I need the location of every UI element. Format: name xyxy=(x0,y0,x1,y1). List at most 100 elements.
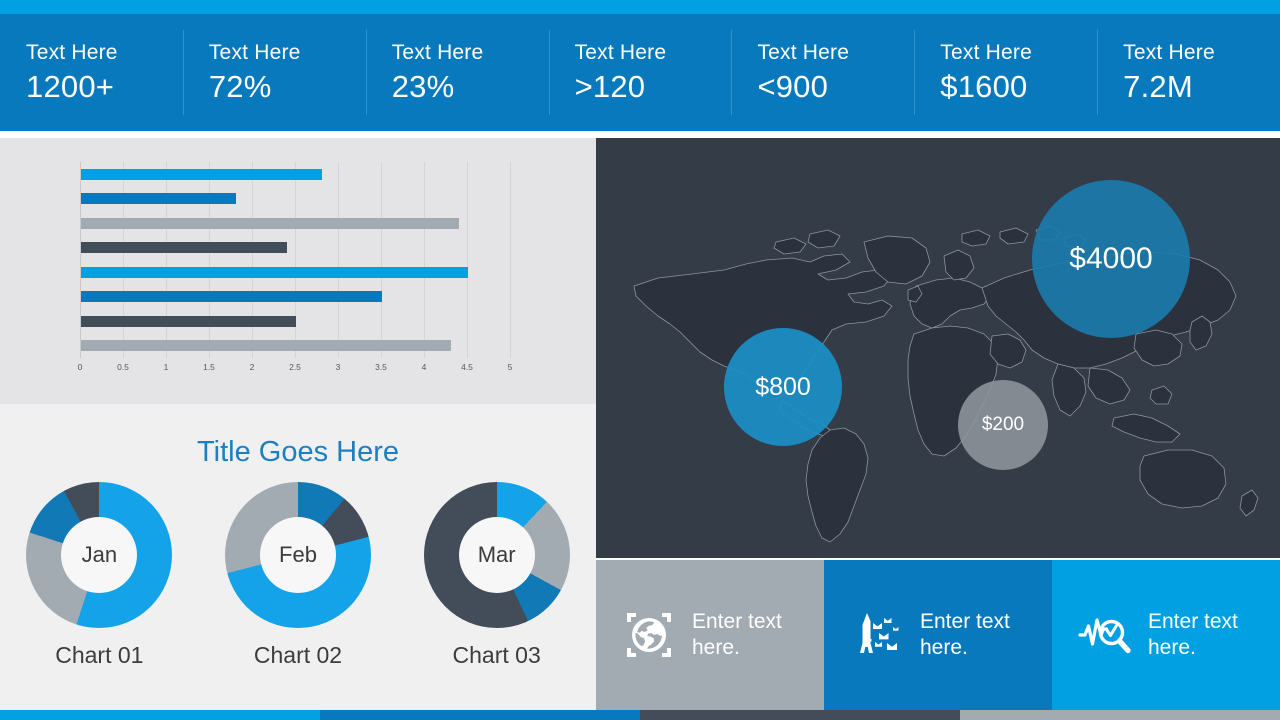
world-map-outline xyxy=(633,225,1259,543)
bar-xtick-label: 0 xyxy=(77,362,83,372)
bar-rect xyxy=(81,291,382,303)
donut-chart-3[interactable]: Mar Chart 03 xyxy=(409,482,584,669)
bar-axis-line xyxy=(80,162,81,358)
dashboard-slide: Text Here 1200+ Text Here 72% Text Here 23% Te… xyxy=(0,0,1280,720)
donut-group: Jan Chart 01 Feb Chart 02 Mar Chart 03 xyxy=(0,482,596,669)
icon-panel-globe-text: Enter text here. xyxy=(692,610,782,659)
bar-row[interactable] xyxy=(81,315,296,327)
bottom-accent-segment-4 xyxy=(960,710,1280,720)
donut-center-label: Jan xyxy=(61,517,138,593)
kpi-cell-6[interactable]: Text Here $1600 xyxy=(914,14,1097,131)
bar-gridline xyxy=(510,162,511,358)
bar-xtick-label: 4 xyxy=(421,362,427,372)
bar-gridline xyxy=(209,162,210,358)
bar-rect xyxy=(81,168,322,180)
bottom-accent-segment-3 xyxy=(640,710,960,720)
bar-xtick-label: 0.5 xyxy=(117,362,129,372)
bar-gridline xyxy=(424,162,425,358)
bar-xtick-label: 1 xyxy=(163,362,169,372)
bar-gridline xyxy=(338,162,339,358)
bar-gridline xyxy=(467,162,468,358)
bar-rect xyxy=(81,242,288,254)
icon-panel-broadcast[interactable]: Enter text here. xyxy=(824,560,1052,710)
kpi-value-6: $1600 xyxy=(940,68,1028,104)
bar-row[interactable] xyxy=(81,217,460,229)
kpi-label-4: Text Here xyxy=(574,40,667,64)
donut-ring: Mar xyxy=(423,482,570,628)
bar-xtick-label: 2 xyxy=(249,362,255,372)
bar-xtick-label: 1.5 xyxy=(203,362,215,372)
bar-gridline xyxy=(166,162,167,358)
bottom-accent-segment-1 xyxy=(0,710,320,720)
map-bubble-800-label: $800 xyxy=(755,372,811,401)
donut-center-label: Feb xyxy=(259,517,336,593)
map-bubble-800[interactable]: $800 xyxy=(724,328,842,446)
donut-caption: Chart 02 xyxy=(253,642,343,668)
bottom-accent-segment-2 xyxy=(320,710,640,720)
bar-gridline xyxy=(123,162,124,358)
bar-gridline xyxy=(295,162,296,358)
map-bubble-200-label: $200 xyxy=(981,414,1025,435)
kpi-label-3: Text Here xyxy=(391,40,484,64)
kpi-label-2: Text Here xyxy=(208,40,301,64)
bar-rect xyxy=(81,266,468,278)
kpi-label-1: Text Here xyxy=(26,40,118,64)
donut-caption: Chart 03 xyxy=(452,642,541,668)
icon-panel-pulse-search[interactable]: Enter text here. xyxy=(1052,560,1280,710)
bar-xtick-label: 3 xyxy=(335,362,341,372)
broadcast-tower-mail-icon xyxy=(848,606,906,664)
bar-rect xyxy=(81,217,460,229)
donut-section-title: Title Goes Here xyxy=(197,436,399,468)
icon-panel-row: Enter text here. Enter text here. Enter … xyxy=(596,560,1280,710)
bar-row[interactable] xyxy=(81,291,382,303)
kpi-value-5: <900 xyxy=(757,68,829,104)
kpi-value-3: 23% xyxy=(391,68,455,104)
donut-caption: Chart 01 xyxy=(55,642,144,668)
bar-row[interactable] xyxy=(81,242,288,254)
kpi-cell-1[interactable]: Text Here 1200+ xyxy=(0,14,183,131)
donut-center-label: Mar xyxy=(458,517,535,593)
bar-row[interactable] xyxy=(81,193,236,205)
icon-panel-broadcast-text: Enter text here. xyxy=(920,610,1010,659)
top-accent-strip xyxy=(0,0,1280,14)
map-bubble-200[interactable]: $200 xyxy=(958,380,1048,470)
kpi-value-4: >120 xyxy=(574,68,646,104)
bar-rect xyxy=(81,315,296,327)
bar-row[interactable] xyxy=(81,168,322,180)
bottom-accent-bar xyxy=(0,710,1280,720)
donut-chart-1[interactable]: Jan Chart 01 xyxy=(12,482,187,669)
kpi-cell-5[interactable]: Text Here <900 xyxy=(731,14,914,131)
kpi-cell-4[interactable]: Text Here >120 xyxy=(548,14,732,131)
bar-rect xyxy=(81,193,236,205)
kpi-cell-2[interactable]: Text Here 72% xyxy=(182,14,366,131)
map-bubble-4000[interactable]: $4000 xyxy=(1032,180,1190,338)
kpi-label-6: Text Here xyxy=(940,40,1032,64)
bar-xtick-label: 5 xyxy=(507,362,513,372)
bar-gridline xyxy=(252,162,253,358)
kpi-cell-3[interactable]: Text Here 23% xyxy=(365,14,549,131)
icon-panel-globe[interactable]: Enter text here. xyxy=(596,560,824,710)
bar-xtick-label: 3.5 xyxy=(375,362,387,372)
kpi-header: Text Here 1200+ Text Here 72% Text Here 23% Te… xyxy=(0,14,1280,131)
bar-row[interactable] xyxy=(81,340,451,352)
bar-chart: 00.511.522.533.544.55Category 1Category … xyxy=(78,162,512,372)
world-map-panel: $4000 $800 $200 xyxy=(596,138,1280,558)
bar-rect xyxy=(81,340,451,352)
kpi-cell-7[interactable]: Text Here 7.2M xyxy=(1097,14,1280,131)
pulse-search-icon xyxy=(1076,606,1134,664)
donut-ring: Feb xyxy=(224,482,371,628)
donut-ring: Jan xyxy=(26,482,173,628)
bar-xtick-label: 2.5 xyxy=(289,362,301,372)
kpi-value-2: 72% xyxy=(208,68,272,104)
bar-row[interactable] xyxy=(81,266,468,278)
kpi-label-7: Text Here xyxy=(1123,40,1215,64)
bar-chart-panel: 00.511.522.533.544.55Category 1Category … xyxy=(0,138,596,404)
bar-xtick-label: 4.5 xyxy=(461,362,473,372)
donut-chart-2[interactable]: Feb Chart 02 xyxy=(210,482,385,669)
kpi-value-7: 7.2M xyxy=(1123,68,1193,104)
map-bubble-4000-label: $4000 xyxy=(1069,242,1153,275)
icon-panel-pulse-search-text: Enter text here. xyxy=(1148,610,1238,659)
kpi-value-1: 1200+ xyxy=(26,68,115,104)
donut-charts-panel: Title Goes Here Jan Chart 01 Feb Chart 02 Ma… xyxy=(0,404,596,710)
kpi-label-5: Text Here xyxy=(757,40,850,64)
